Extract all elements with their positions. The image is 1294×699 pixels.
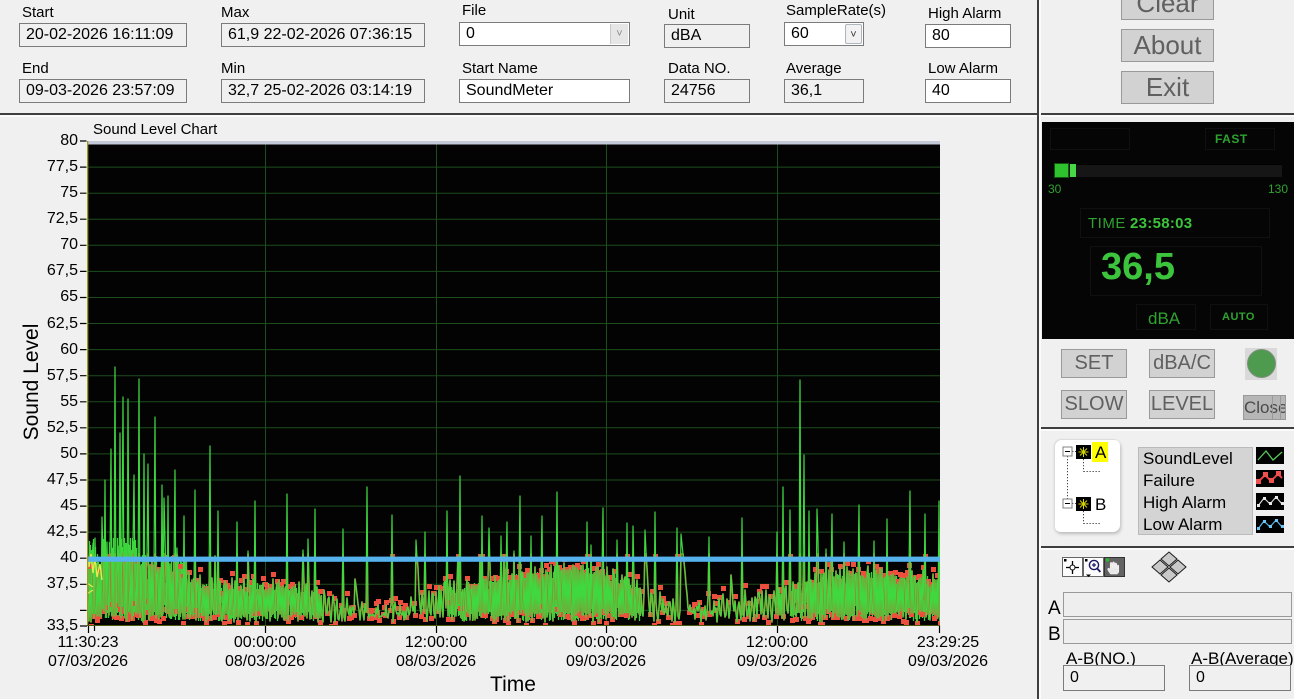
svg-text:A: A	[1095, 443, 1107, 462]
svg-text:B: B	[1095, 495, 1106, 514]
